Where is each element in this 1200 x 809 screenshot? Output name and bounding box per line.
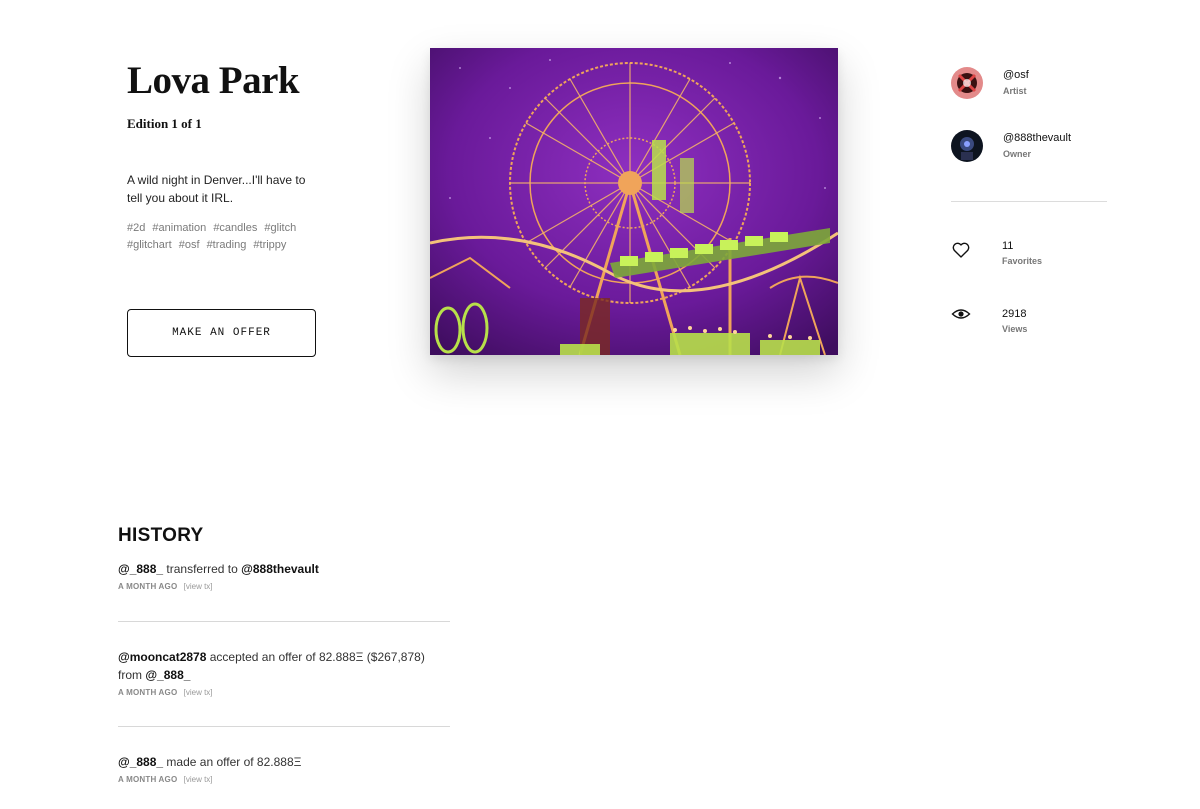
history-time: A MONTH AGO (118, 775, 178, 784)
view-tx-link[interactable]: [view tx] (184, 775, 213, 784)
views-stat: 2918 Views (951, 308, 1027, 334)
tag-link[interactable]: #glitch (264, 222, 296, 234)
artwork-image[interactable] (430, 48, 838, 355)
tag-link[interactable]: #trippy (253, 239, 286, 251)
owner-handle[interactable]: @888thevault (1003, 132, 1071, 144)
history-actor[interactable]: @_888_ (118, 755, 163, 769)
views-label: Views (1002, 324, 1028, 334)
owner-avatar[interactable] (951, 130, 983, 162)
artist-role-label: Artist (1003, 86, 1027, 96)
history-divider (118, 726, 450, 727)
owner-role-label: Owner (1003, 149, 1032, 159)
favorites-count: 11 (1002, 240, 1014, 252)
history-target[interactable]: @888thevault (241, 562, 319, 576)
favorites-label: Favorites (1002, 256, 1043, 266)
tag-list: #2d #animation #candles #glitch #glitcha… (127, 220, 317, 254)
eye-icon (951, 304, 971, 324)
view-tx-link[interactable]: [view tx] (184, 688, 213, 697)
artist-handle[interactable]: @osf (1003, 69, 1029, 81)
artist-avatar[interactable] (951, 67, 983, 99)
artist-profile[interactable]: @osf Artist (951, 67, 1029, 99)
owner-profile[interactable]: @888thevault Owner (951, 130, 1071, 162)
tag-link[interactable]: #candles (213, 222, 257, 234)
history-actor[interactable]: @mooncat2878 (118, 650, 206, 664)
history-item: @_888_ made an offer of 82.888Ξ A MONTH … (118, 753, 450, 784)
make-offer-button[interactable]: MAKE AN OFFER (127, 309, 316, 357)
sidebar-divider (951, 201, 1107, 202)
tag-link[interactable]: #osf (179, 239, 200, 251)
history-item: @mooncat2878 accepted an offer of 82.888… (118, 648, 450, 697)
history-time: A MONTH AGO (118, 688, 178, 697)
history-actor[interactable]: @_888_ (118, 562, 163, 576)
history-target[interactable]: @_888_ (145, 668, 190, 682)
history-action: transferred to (166, 562, 238, 576)
tag-link[interactable]: #glitchart (127, 239, 172, 251)
favorites-stat[interactable]: 11 Favorites (951, 240, 1042, 266)
view-tx-link[interactable]: [view tx] (184, 582, 213, 591)
edition-label: Edition 1 of 1 (127, 116, 202, 131)
history-item: @_888_ transferred to @888thevault A MON… (118, 560, 450, 591)
heart-icon[interactable] (951, 240, 971, 260)
history-time: A MONTH AGO (118, 582, 178, 591)
ferris-wheel-illustration (430, 48, 838, 355)
tag-link[interactable]: #animation (152, 222, 206, 234)
history-action: made an offer of 82.888Ξ (166, 755, 302, 769)
tag-link[interactable]: #trading (207, 239, 247, 251)
history-divider (118, 621, 450, 622)
views-count: 2918 (1002, 308, 1027, 320)
tag-link[interactable]: #2d (127, 222, 145, 234)
artwork-description: A wild night in Denver...I'll have to te… (127, 173, 306, 205)
history-heading: HISTORY (118, 525, 204, 546)
artwork-title: Lova Park (127, 59, 300, 102)
